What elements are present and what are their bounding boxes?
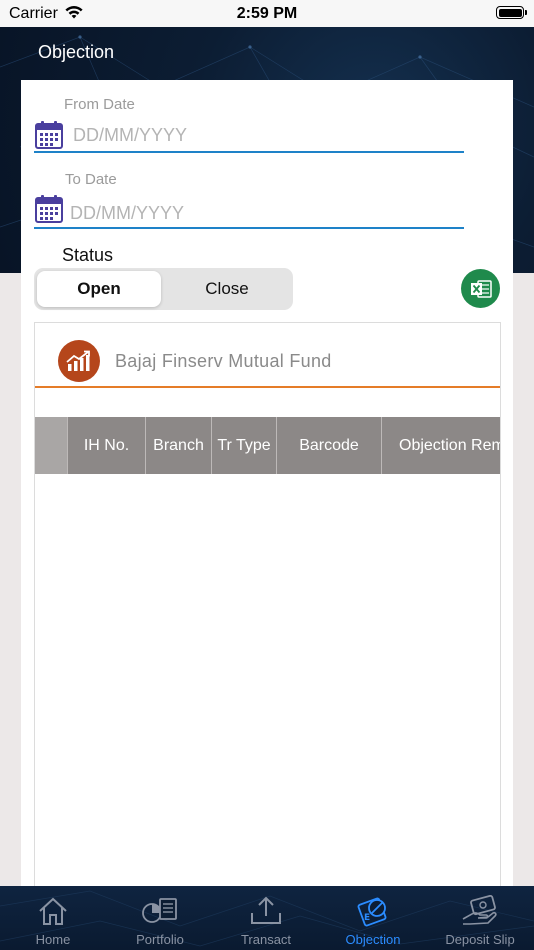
- tab-deposit-slip[interactable]: Deposit Slip: [427, 886, 533, 950]
- tab-portfolio[interactable]: Portfolio: [107, 886, 213, 950]
- fund-logo: [58, 340, 100, 382]
- tab-transact-label: Transact: [240, 932, 292, 947]
- status-label: Status: [62, 245, 114, 265]
- calendar-icon[interactable]: [34, 120, 64, 150]
- to-date-label: To Date: [65, 171, 117, 188]
- battery-icon: [496, 6, 527, 19]
- tab-objection[interactable]: E Objection: [320, 886, 426, 950]
- status-bar: Carrier 2:59 PM: [0, 0, 534, 27]
- tab-home[interactable]: Home: [0, 886, 106, 950]
- table-header: IH No. Branch Tr Type Barcode Objection …: [35, 417, 500, 474]
- from-date-label: From Date: [64, 96, 135, 113]
- tab-deposit-slip-label: Deposit Slip: [445, 932, 515, 947]
- growth-chart-icon: [66, 350, 90, 371]
- column-header-objection-remarks: Objection Remarks: [381, 417, 500, 474]
- from-date-underline: [34, 151, 464, 153]
- to-date-input[interactable]: [70, 201, 450, 225]
- filter-card: From Date To Date Status Open Close: [21, 80, 513, 903]
- fund-divider: [35, 386, 500, 388]
- calendar-icon[interactable]: [34, 194, 64, 224]
- excel-icon: [470, 279, 492, 298]
- fund-name: Bajaj Finserv Mutual Fund: [115, 351, 332, 371]
- column-header-barcode: Barcode: [276, 417, 381, 474]
- tab-bar: Home Portfolio Transact E Objection Depo…: [0, 886, 534, 950]
- status-close-button[interactable]: Close: [165, 271, 289, 307]
- deposit-slip-icon: [462, 895, 497, 925]
- objection-icon: E: [357, 897, 387, 927]
- page-title: Objection: [38, 42, 115, 62]
- tab-objection-label: Objection: [345, 932, 401, 947]
- transact-icon: [251, 896, 281, 924]
- excel-export-button[interactable]: [461, 269, 500, 308]
- from-date-input[interactable]: [73, 123, 453, 147]
- to-date-underline: [34, 227, 464, 229]
- column-header-ih-no: IH No.: [67, 417, 145, 474]
- home-icon: [39, 897, 67, 925]
- tab-portfolio-label: Portfolio: [136, 932, 184, 947]
- svg-text:E: E: [364, 913, 370, 923]
- table-header-spacer: [35, 417, 67, 474]
- tab-home-label: Home: [35, 932, 71, 947]
- portfolio-icon: [142, 898, 177, 923]
- clock: 2:59 PM: [236, 5, 298, 22]
- status-open-button[interactable]: Open: [37, 271, 161, 307]
- status-segmented-control: Open Close: [34, 268, 293, 310]
- objection-panel: Bajaj Finserv Mutual Fund IH No. Branch …: [34, 322, 501, 903]
- column-header-tr-type: Tr Type: [211, 417, 276, 474]
- column-header-branch: Branch: [145, 417, 211, 474]
- tab-transact[interactable]: Transact: [213, 886, 319, 950]
